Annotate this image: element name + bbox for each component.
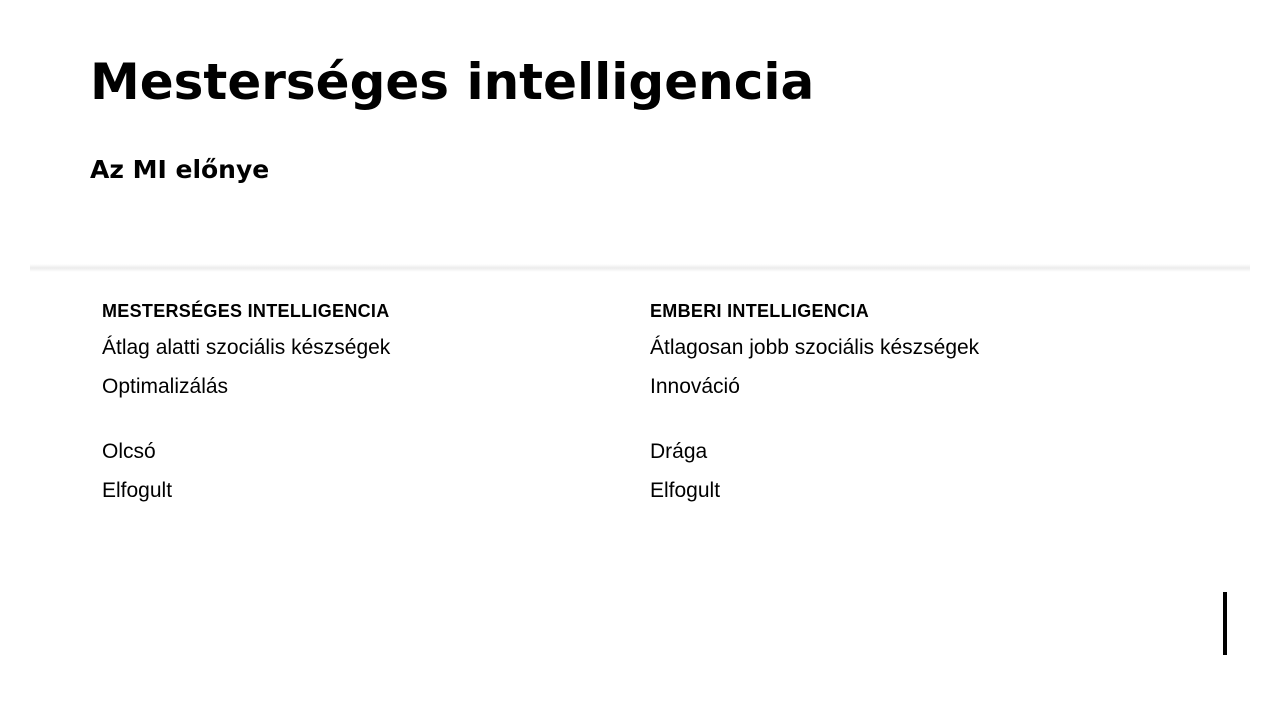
column-heading: MESTERSÉGES INTELLIGENCIA (102, 301, 390, 321)
ai-column: MESTERSÉGES INTELLIGENCIA Átlag alatti s… (102, 300, 602, 504)
list-item: Elfogult (650, 479, 721, 502)
list-item: Optimalizálás (102, 375, 229, 398)
list-item: Átlag alatti szociális készségek (102, 336, 391, 359)
column-heading: EMBERI INTELLIGENCIA (650, 301, 870, 321)
slide-title: Mesterséges intelligencia (90, 53, 815, 111)
list-item: Innováció (650, 375, 740, 398)
human-column: EMBERI INTELLIGENCIA Átlagosan jobb szoc… (650, 300, 1150, 504)
text-cursor (1223, 592, 1227, 655)
list-item: Olcsó (102, 440, 156, 463)
slide-subtitle: Az MI előnye (90, 155, 270, 184)
divider (30, 264, 1250, 272)
list-item: Elfogult (102, 479, 173, 502)
list-item: Drága (650, 440, 708, 463)
list-item: Átlagosan jobb szociális készségek (650, 336, 980, 359)
